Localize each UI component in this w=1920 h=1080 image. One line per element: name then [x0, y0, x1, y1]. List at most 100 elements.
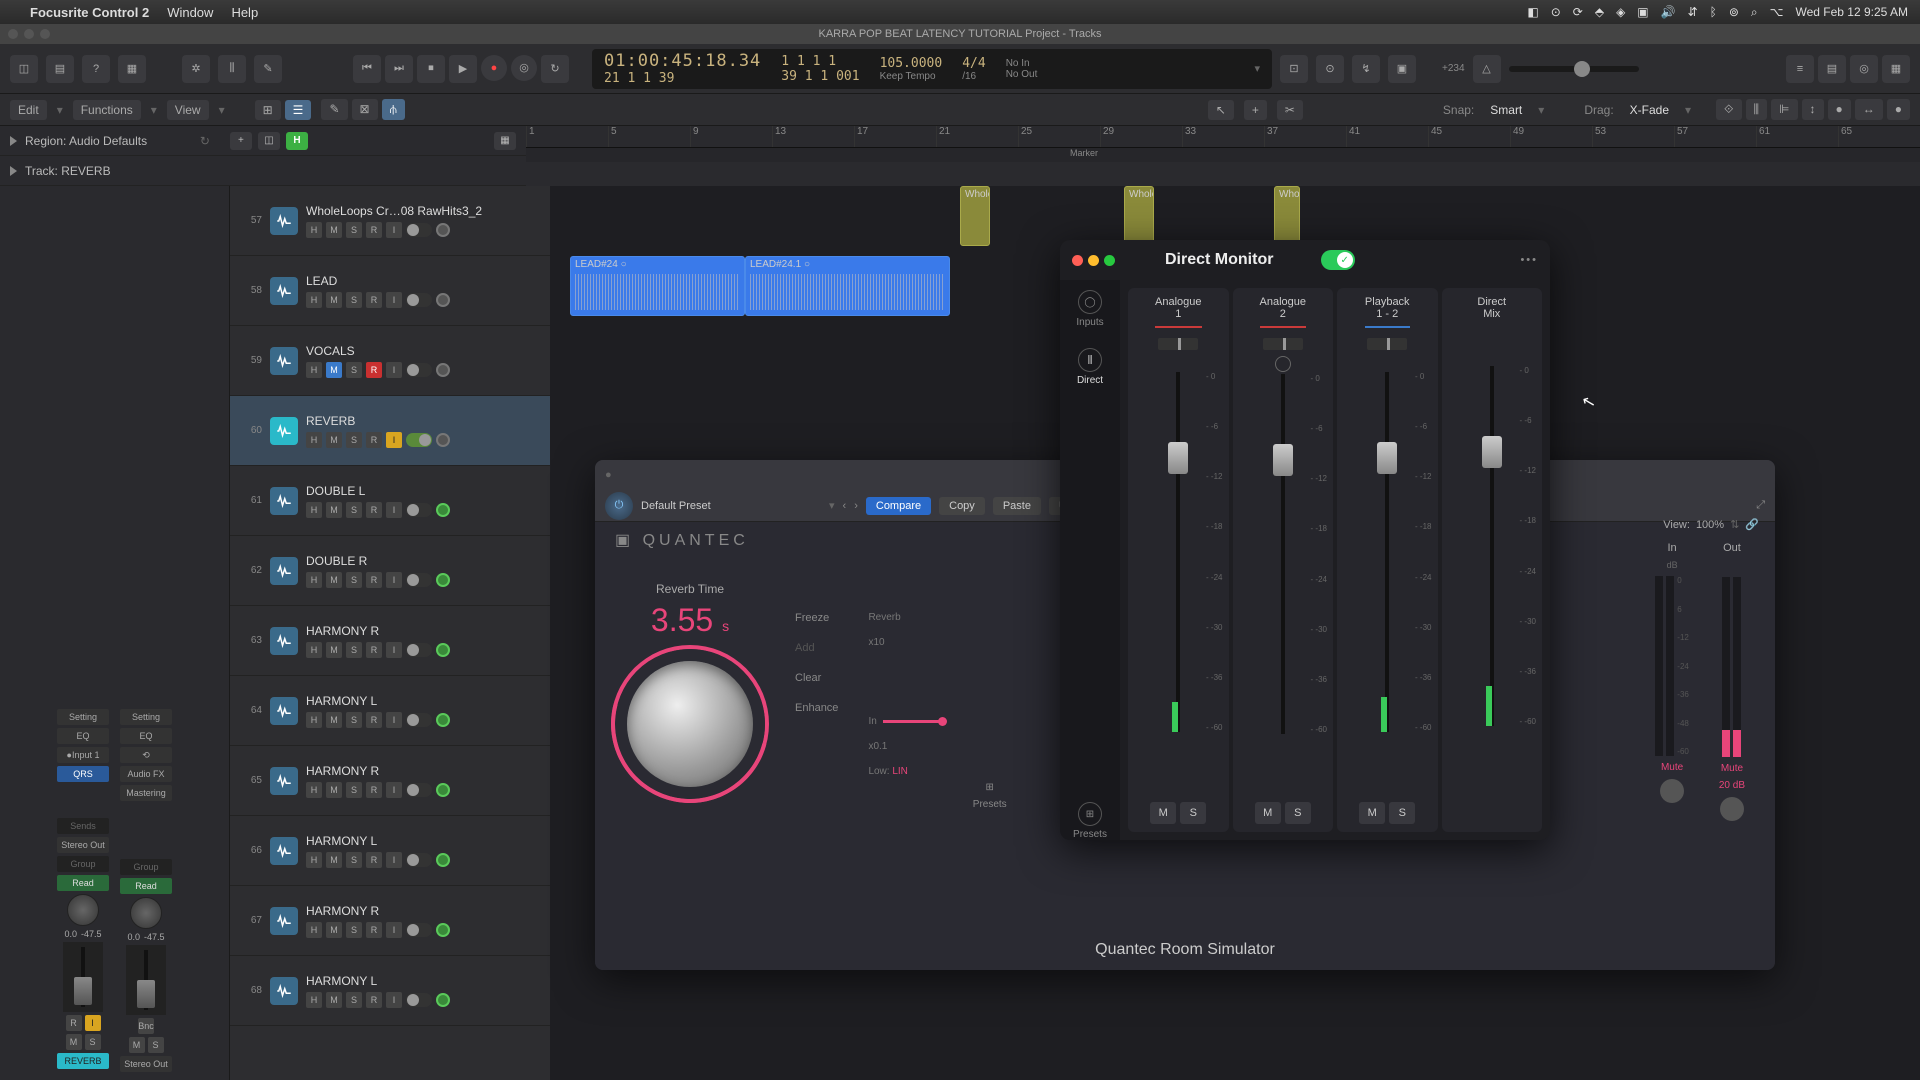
automation-button[interactable] [436, 433, 450, 447]
next-preset-icon[interactable]: › [854, 500, 858, 512]
toolbar-icon[interactable]: ⫼ [1746, 99, 1768, 120]
hide-button[interactable]: H [306, 362, 322, 378]
stop-button[interactable]: ⏹ [417, 55, 445, 83]
automation-button[interactable] [436, 223, 450, 237]
group-slot[interactable]: Group [57, 856, 109, 872]
disclosure-icon[interactable] [10, 166, 17, 176]
monitor-toggle[interactable] [406, 783, 432, 797]
toolbar-button[interactable]: ⊙ [1316, 55, 1344, 83]
tool-button[interactable]: ✎ [321, 99, 347, 120]
paste-button[interactable]: Paste [993, 497, 1041, 515]
region-lead[interactable]: LEAD#24 ○ [570, 256, 745, 316]
record-button[interactable]: R [366, 292, 382, 308]
track-row[interactable]: 65 HARMONY R H M S R I [230, 746, 550, 816]
track-icon[interactable] [270, 277, 298, 305]
more-icon[interactable]: ••• [1520, 254, 1538, 266]
automation-button[interactable] [436, 503, 450, 517]
track-icon[interactable] [270, 347, 298, 375]
dm-fader[interactable] [1176, 372, 1180, 732]
mute-button[interactable]: M [326, 572, 342, 588]
track-row[interactable]: 64 HARMONY L H M S R I [230, 676, 550, 746]
pan-knob[interactable] [67, 894, 99, 926]
input-button[interactable]: I [386, 502, 402, 518]
dm-fader[interactable] [1385, 372, 1389, 732]
hide-button[interactable]: H [306, 642, 322, 658]
zoom-icon[interactable] [40, 29, 50, 39]
record-button[interactable]: R [366, 222, 382, 238]
track-row[interactable]: 60 REVERB H M S R I [230, 396, 550, 466]
master-volume-slider[interactable] [1509, 66, 1639, 72]
edit-menu[interactable]: Edit [10, 100, 47, 120]
volume-fader[interactable] [63, 942, 103, 1012]
record-button[interactable]: R [366, 712, 382, 728]
power-button[interactable]: ⏻ [605, 492, 633, 520]
clock[interactable]: Wed Feb 12 9:25 AM [1795, 5, 1908, 19]
input-button[interactable]: I [386, 642, 402, 658]
region-inspector-header[interactable]: Region: Audio Defaults ↻ [0, 126, 220, 156]
expand-icon[interactable]: ⤢ [1756, 499, 1765, 512]
monitor-toggle[interactable] [406, 853, 432, 867]
mute-button[interactable]: M [326, 852, 342, 868]
editor-button[interactable]: ✎ [254, 55, 282, 83]
track-icon[interactable] [270, 627, 298, 655]
input-slot[interactable]: ● Input 1 [57, 747, 109, 763]
hide-button[interactable]: H [306, 222, 322, 238]
track-row[interactable]: 58 LEAD H M S R I [230, 256, 550, 326]
solo-button[interactable]: S [1285, 802, 1311, 824]
track-icon[interactable] [270, 207, 298, 235]
eq-slot[interactable]: EQ [57, 728, 109, 744]
mute-button[interactable]: M [326, 992, 342, 1008]
pan-knob[interactable] [130, 897, 162, 929]
wifi-icon[interactable]: ⊚ [1729, 5, 1739, 19]
toolbar-button[interactable]: ⊡ [1280, 55, 1308, 83]
reverb-time-knob[interactable] [615, 649, 765, 799]
toolbar-icon[interactable]: ↔ [1855, 99, 1883, 120]
add-tool[interactable]: + [1244, 100, 1267, 120]
hide-button[interactable]: H [306, 922, 322, 938]
mute-button[interactable]: M [326, 362, 342, 378]
track-icon[interactable] [270, 487, 298, 515]
automation-button[interactable] [436, 783, 450, 797]
close-icon[interactable] [1072, 255, 1083, 266]
mute-button[interactable]: M [1359, 802, 1385, 824]
toolbar-icon[interactable]: ⟐ [1716, 99, 1741, 120]
marker-track[interactable]: Marker [526, 148, 1920, 162]
region-yellow[interactable]: Whole [960, 186, 990, 246]
input-button[interactable]: I [386, 222, 402, 238]
dm-direct-tab[interactable]: ⫼Direct [1077, 348, 1103, 386]
track-row[interactable]: 67 HARMONY R H M S R I [230, 886, 550, 956]
view-grid-button[interactable]: ⊞ [255, 100, 281, 120]
input-button[interactable]: I [386, 992, 402, 1008]
track-icon[interactable] [270, 557, 298, 585]
plugin-slot-qrs[interactable]: QRS [57, 766, 109, 782]
solo-button[interactable]: S [346, 292, 362, 308]
output-slot[interactable]: Stereo Out [57, 837, 109, 853]
automation-button[interactable] [436, 923, 450, 937]
status-icon[interactable]: 🔊 [1661, 5, 1676, 19]
hide-button[interactable]: H [306, 432, 322, 448]
audiofx-slot[interactable]: Audio FX [120, 766, 172, 782]
bluetooth-icon[interactable]: ᛒ [1710, 5, 1717, 19]
input-button[interactable]: I [386, 572, 402, 588]
region-lead[interactable]: LEAD#24.1 ○ [745, 256, 950, 316]
monitor-toggle[interactable] [406, 503, 432, 517]
monitor-toggle[interactable] [406, 573, 432, 587]
dm-presets-tab[interactable]: ⊞Presets [1073, 802, 1107, 840]
automation-button[interactable] [436, 993, 450, 1007]
duplicate-button[interactable]: ◫ [258, 132, 280, 150]
clear-button[interactable]: Clear [795, 672, 838, 684]
pan-slider[interactable] [1367, 338, 1407, 350]
solo-button[interactable]: S [1389, 802, 1415, 824]
automation-button[interactable] [436, 643, 450, 657]
volume-fader[interactable] [126, 945, 166, 1015]
track-icon[interactable] [270, 977, 298, 1005]
mute-button[interactable]: M [326, 712, 342, 728]
mastering-slot[interactable]: Mastering [120, 785, 172, 801]
solo-button[interactable]: S [346, 572, 362, 588]
minimize-icon[interactable] [1088, 255, 1099, 266]
automation-button[interactable] [436, 853, 450, 867]
solo-button[interactable]: S [346, 502, 362, 518]
toolbar-icon[interactable]: ↕ [1802, 99, 1824, 120]
record-button[interactable]: ● [481, 55, 507, 81]
enhance-button[interactable]: Enhance [795, 702, 838, 714]
